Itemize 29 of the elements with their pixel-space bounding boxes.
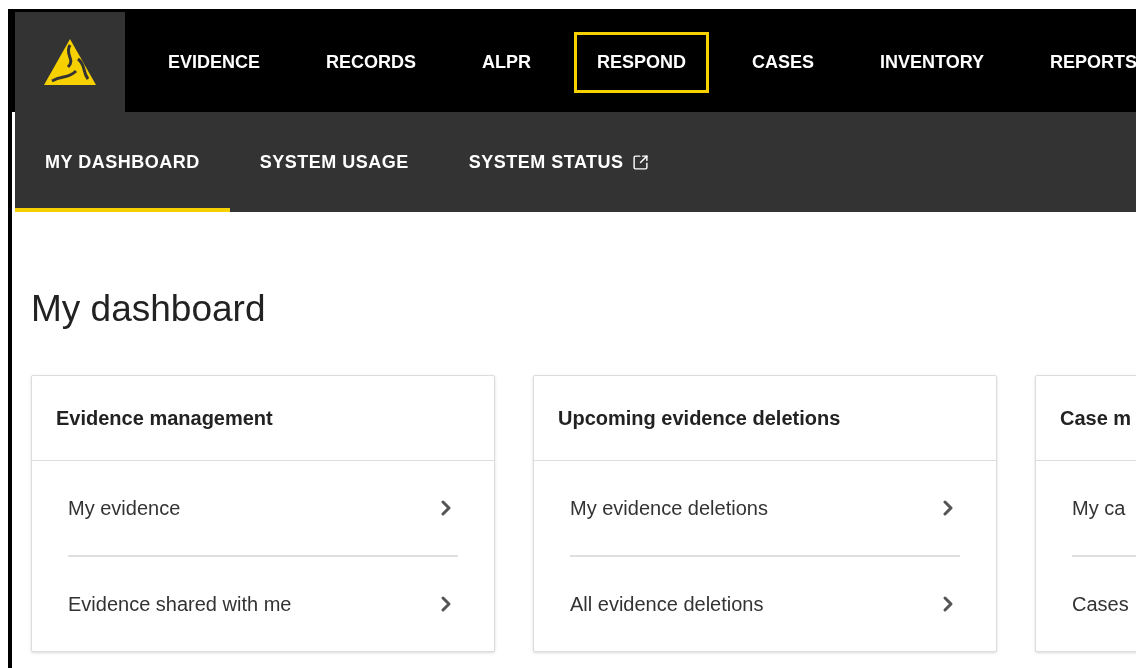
nav-link[interactable]: REPORTS [1027,31,1136,93]
nav-link[interactable]: RECORDS [303,31,440,93]
card-link[interactable]: My evidence deletions [570,461,960,555]
tab[interactable]: MY DASHBOARD [15,112,230,212]
link-label: My evidence deletions [570,496,768,520]
link-label: All evidence deletions [570,592,764,616]
external-link-icon [631,153,649,171]
link-label: Cases [1072,592,1129,616]
card-link[interactable]: All evidence deletions [570,555,960,651]
nav-link[interactable]: ALPR [459,31,555,93]
card-link[interactable]: My evidence [68,461,458,555]
card-link[interactable]: My ca [1072,461,1136,555]
nav-link[interactable]: CASES [729,31,838,93]
card-link[interactable]: Cases [1072,555,1136,651]
nav-link[interactable]: INVENTORY [857,31,1008,93]
tab[interactable]: SYSTEM STATUS [438,112,679,212]
logo-icon [42,37,98,87]
link-label: My evidence [68,496,181,520]
nav-link[interactable]: EVIDENCE [145,31,284,93]
page-title: My dashboard [31,288,267,330]
link-label: My ca [1072,496,1126,520]
link-label: Evidence shared with me [68,592,292,616]
tab[interactable]: SYSTEM USAGE [229,112,439,212]
card-title: Upcoming evidence deletions [534,376,996,461]
card-title: Case m [1036,376,1136,461]
card-title: Evidence management [32,376,494,461]
card-link[interactable]: Evidence shared with me [68,555,458,651]
logo-tile[interactable] [15,12,125,112]
nav-link[interactable]: RESPOND [574,31,710,93]
